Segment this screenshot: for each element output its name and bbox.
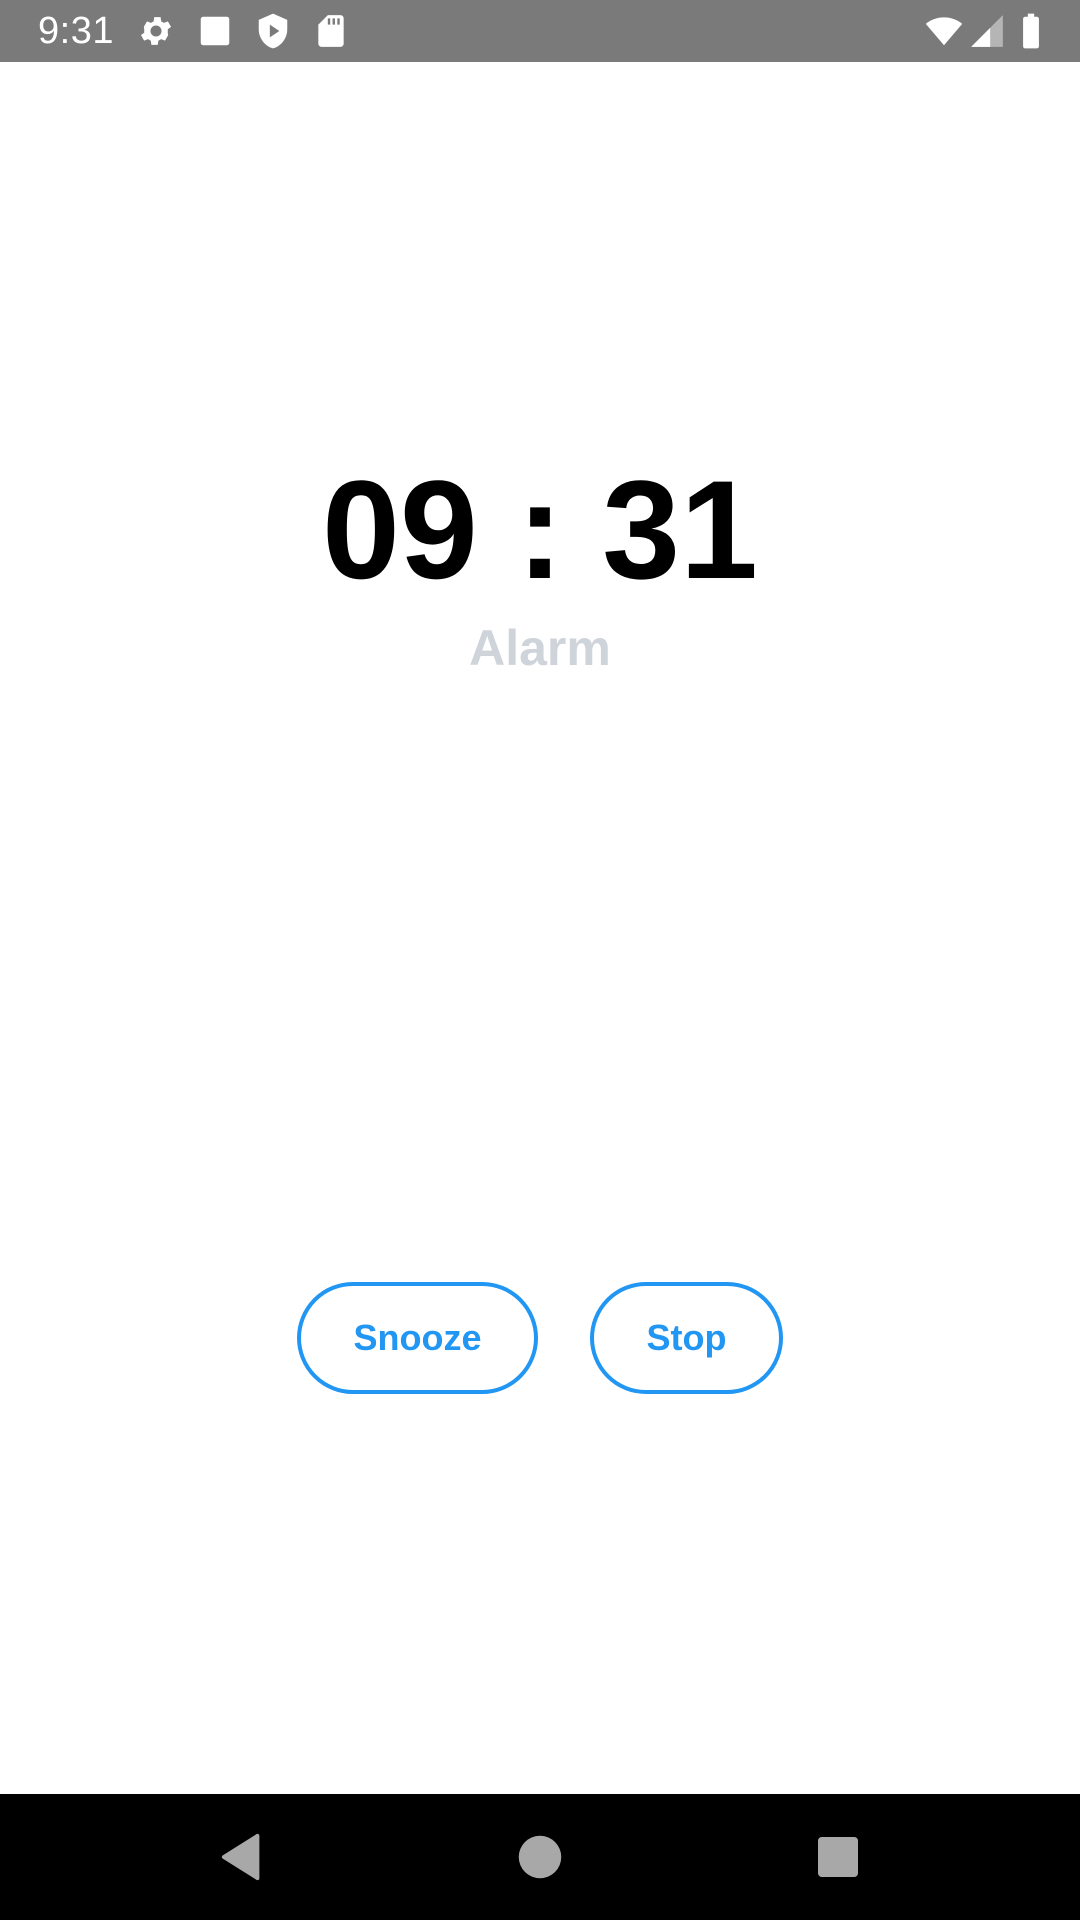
back-triangle-icon[interactable]: [210, 1827, 270, 1887]
square-notification-icon: [196, 12, 234, 50]
alarm-label: Alarm: [469, 620, 611, 676]
wifi-icon: [922, 12, 966, 50]
sd-card-icon: [312, 12, 350, 50]
status-time: 9:31: [38, 10, 114, 52]
shield-play-icon: [254, 12, 292, 50]
alarm-time: 09 : 31: [322, 451, 758, 608]
stop-button[interactable]: Stop: [590, 1282, 783, 1394]
snooze-button[interactable]: Snooze: [297, 1282, 538, 1394]
navigation-bar: [0, 1794, 1080, 1920]
alarm-screen: 9:31 09 : 31 Alarm Snooze Stop: [0, 0, 1080, 1920]
status-bar: 9:31: [0, 0, 1080, 62]
gear-icon: [137, 12, 175, 50]
cell-signal-icon: [968, 12, 1006, 50]
battery-icon: [1012, 12, 1050, 50]
home-circle-icon[interactable]: [510, 1827, 570, 1887]
recents-square-icon[interactable]: [808, 1827, 868, 1887]
